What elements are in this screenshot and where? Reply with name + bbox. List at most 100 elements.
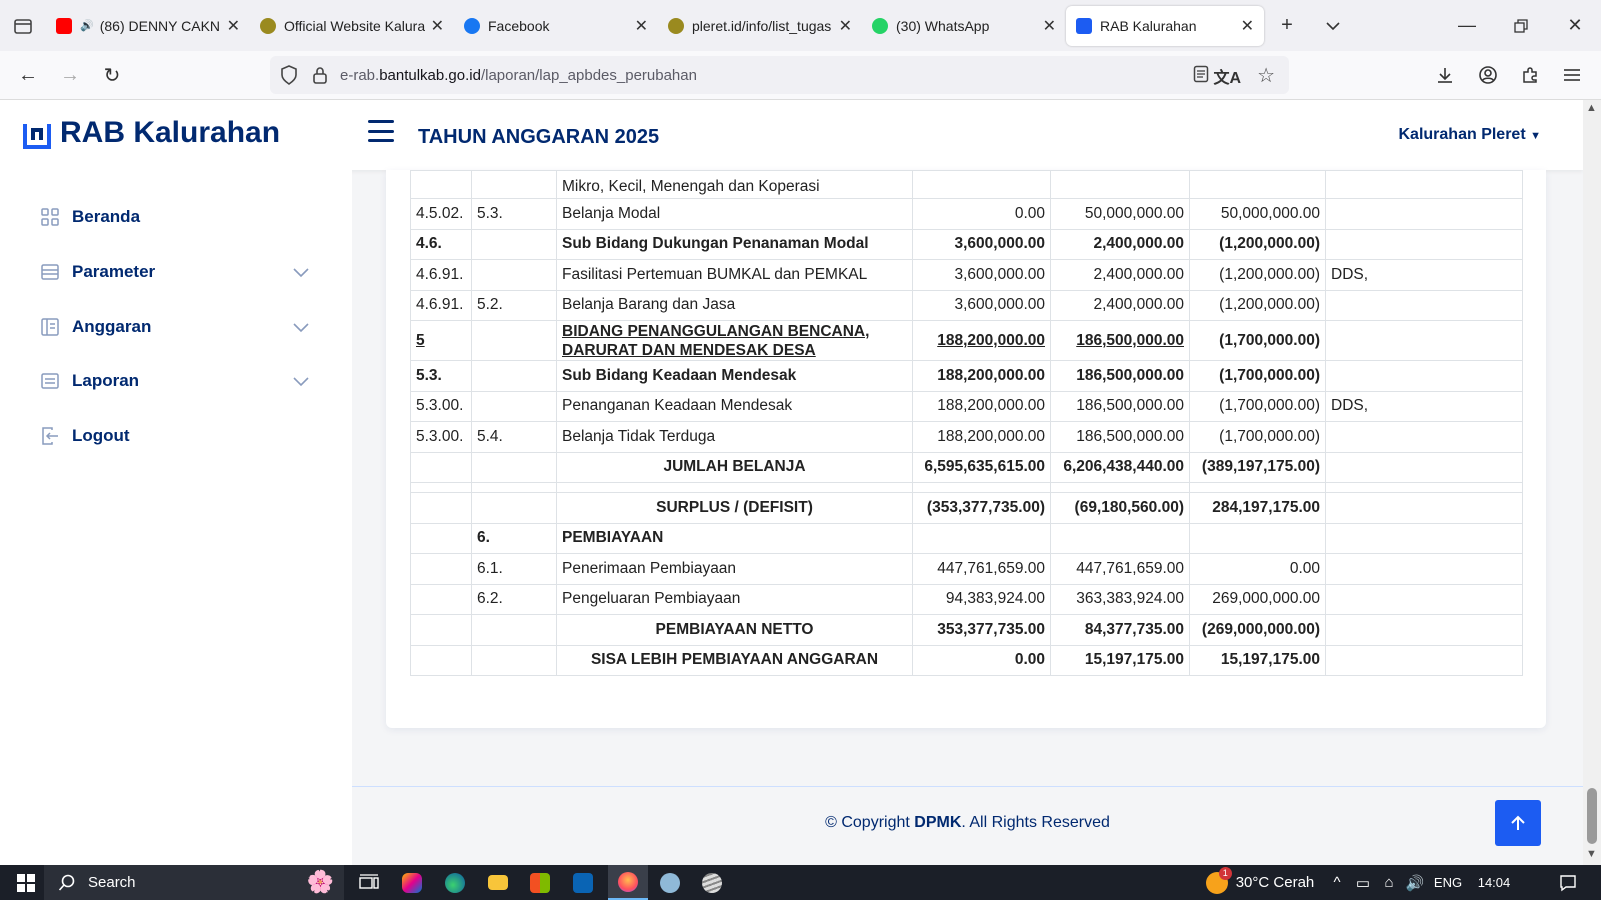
- sumber-dana-cell: [1325, 421, 1523, 453]
- kode-belanja-cell: [471, 228, 557, 260]
- bookmark-star-icon[interactable]: ☆: [1257, 63, 1275, 88]
- plus-icon: +: [1281, 14, 1293, 36]
- speaker-icon[interactable]: 🔊: [80, 19, 94, 32]
- scroll-up-icon[interactable]: ▲: [1586, 102, 1597, 114]
- browser-tab-bar: 🔊 (86) DENNY CAKN ✕ Official Website Kalura…: [0, 0, 1601, 51]
- taskbar-store[interactable]: [522, 865, 558, 900]
- sidebar-item-label: Laporan: [72, 371, 140, 390]
- kode-rekening-cell: 4.5.02.: [410, 198, 472, 230]
- taskbar-app-bird[interactable]: [652, 865, 688, 900]
- close-tab-icon[interactable]: ✕: [1241, 16, 1254, 36]
- selisih-cell: (1,700,000.00): [1189, 360, 1326, 392]
- start-button[interactable]: [8, 865, 44, 900]
- scroll-down-icon[interactable]: ▼: [1586, 848, 1597, 860]
- reload-icon: ↻: [103, 64, 121, 87]
- close-tab-icon[interactable]: ✕: [431, 16, 444, 36]
- sumber-dana-cell: [1325, 492, 1523, 524]
- browser-tab[interactable]: RAB Kalurahan ✕: [1066, 5, 1264, 46]
- grid-icon: [41, 208, 59, 226]
- taskbar-copilot[interactable]: [394, 865, 430, 900]
- notification-icon: [1560, 874, 1576, 891]
- sumber-dana-cell: [1325, 614, 1523, 646]
- sidebar-item-beranda[interactable]: Beranda: [40, 202, 310, 232]
- sumber-dana-cell: [1325, 522, 1523, 554]
- puzzle-icon: [1523, 67, 1537, 83]
- arrow-right-icon: →: [60, 63, 80, 86]
- uraian-cell: Belanja Tidak Terduga: [556, 421, 913, 453]
- new-tab-button[interactable]: +: [1264, 0, 1310, 51]
- browser-tab[interactable]: Official Website Kalura ✕: [250, 6, 454, 46]
- notifications-button[interactable]: [1550, 865, 1586, 900]
- sidebar-item-logout[interactable]: Logout: [40, 421, 310, 451]
- sidebar-item-parameter[interactable]: Parameter: [40, 257, 310, 287]
- anggaran-semula-cell: 94,383,924.00: [912, 583, 1051, 615]
- sidebar-item-label: Logout: [72, 426, 130, 445]
- page-scrollbar[interactable]: ▲ ▼: [1583, 100, 1601, 865]
- browser-tab[interactable]: pleret.id/info/list_tugas ✕: [658, 6, 862, 46]
- sidebar-item-laporan[interactable]: Laporan: [40, 366, 310, 396]
- browser-tab[interactable]: Facebook ✕: [454, 6, 658, 46]
- list-all-tabs-button[interactable]: [1310, 0, 1356, 51]
- sidebar-toggle-icon[interactable]: [368, 120, 394, 142]
- selisih-cell: (389,197,175.00): [1189, 451, 1326, 483]
- logo-text[interactable]: RAB Kalurahan: [60, 116, 280, 150]
- uraian-cell: PEMBIAYAAN NETTO: [556, 614, 913, 646]
- browser-tab[interactable]: 🔊 (86) DENNY CAKN ✕: [46, 6, 250, 46]
- scrollbar-thumb[interactable]: [1587, 788, 1597, 844]
- close-tab-icon[interactable]: ✕: [227, 16, 240, 36]
- sidebar-item-anggaran[interactable]: Anggaran: [40, 312, 310, 342]
- weather-widget[interactable]: 1 30°C Cerah: [1205, 865, 1315, 900]
- minimize-button[interactable]: —: [1440, 0, 1494, 51]
- taskbar-app-disc[interactable]: [694, 865, 730, 900]
- disc-app-icon: [702, 872, 722, 893]
- extensions-button[interactable]: [1512, 57, 1548, 93]
- kode-belanja-cell: [471, 482, 557, 493]
- restore-button[interactable]: [1494, 0, 1548, 51]
- rab-logo-icon[interactable]: [22, 120, 52, 150]
- close-window-button[interactable]: ✕: [1548, 0, 1601, 51]
- apbdes-table: Mikro, Kecil, Menengah dan Koperasi 4.5.0…: [410, 170, 1523, 676]
- translate-icon[interactable]: 文A: [1213, 64, 1241, 88]
- selisih-cell: 15,197,175.00: [1189, 644, 1326, 676]
- taskbar-firefox[interactable]: [608, 865, 648, 900]
- task-view-button[interactable]: [352, 865, 386, 900]
- kode-belanja-cell: [471, 390, 557, 422]
- taskbar-search-box[interactable]: Search 🌸: [44, 865, 344, 900]
- back-button[interactable]: ←: [10, 57, 46, 93]
- uraian-cell: PEMBIAYAAN: [556, 522, 913, 554]
- meet-now-icon[interactable]: ▭: [1350, 865, 1376, 900]
- network-icon[interactable]: ⌂: [1376, 865, 1402, 900]
- url-bar[interactable]: e-rab.bantulkab.go.id/laporan/lap_apbdes…: [270, 56, 1289, 94]
- shield-icon: [281, 65, 297, 85]
- close-tab-icon[interactable]: ✕: [1043, 16, 1056, 36]
- kode-rekening-cell: 5: [410, 320, 472, 361]
- tab-title: Official Website Kalura: [284, 17, 425, 34]
- user-dropdown[interactable]: Kalurahan Pleret ▼: [1399, 126, 1542, 144]
- account-button[interactable]: [1470, 57, 1506, 93]
- selisih-cell: (1,700,000.00): [1189, 421, 1326, 453]
- reader-view-icon[interactable]: [1193, 65, 1209, 87]
- tab-list-button[interactable]: [0, 0, 46, 51]
- selisih-cell: [1189, 482, 1326, 493]
- kode-rekening-cell: 5.3.00.: [410, 390, 472, 422]
- downloads-button[interactable]: [1427, 57, 1463, 93]
- taskbar-file-explorer[interactable]: [480, 865, 516, 900]
- taskbar-edge[interactable]: [437, 865, 473, 900]
- browser-tab[interactable]: (30) WhatsApp ✕: [862, 6, 1066, 46]
- reload-button[interactable]: ↻: [94, 57, 130, 93]
- menu-button[interactable]: [1554, 57, 1590, 93]
- taskbar-outlook[interactable]: [565, 865, 601, 900]
- uraian-cell: BIDANG PENANGGULANGAN BENCANA, DARURAT D…: [556, 320, 913, 361]
- search-icon: [58, 874, 75, 891]
- volume-icon[interactable]: 🔊: [1402, 865, 1428, 900]
- forward-button[interactable]: →: [52, 57, 88, 93]
- kode-belanja-cell: 6.: [471, 522, 557, 554]
- language-indicator[interactable]: ENG: [1430, 865, 1466, 900]
- back-to-top-button[interactable]: [1495, 800, 1541, 846]
- facebook-icon: [464, 17, 480, 34]
- clock[interactable]: 14:04: [1472, 865, 1516, 900]
- uraian-cell: Belanja Modal: [556, 198, 913, 230]
- tray-chevron-up-icon[interactable]: ^: [1325, 865, 1349, 900]
- close-tab-icon[interactable]: ✕: [635, 16, 648, 36]
- close-tab-icon[interactable]: ✕: [839, 16, 852, 36]
